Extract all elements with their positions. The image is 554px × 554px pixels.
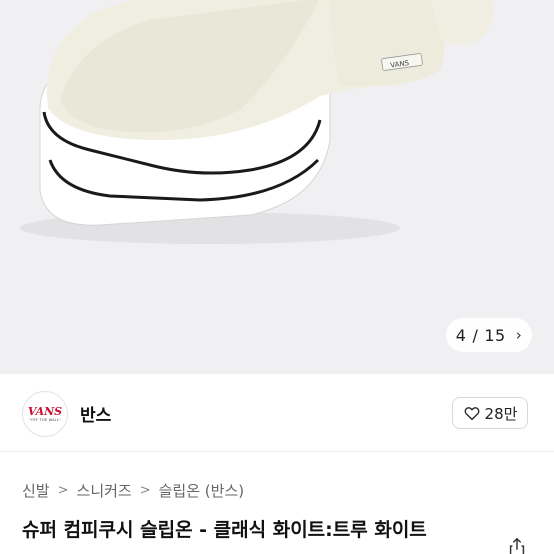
current-image-index: 4 (455, 325, 467, 345)
chevron-right-icon[interactable]: › (516, 326, 523, 344)
vans-logo: VANS (27, 405, 63, 418)
heart-outline-icon (464, 407, 479, 421)
seller-row: VANS "OFF THE WALL" 반스 28만 (0, 374, 554, 452)
product-title: 슈퍼 컴피쿠시 슬립온 - 클래식 화이트:트루 화이트 (22, 519, 427, 541)
vans-tagline: "OFF THE WALL" (29, 418, 61, 422)
like-button[interactable]: 28만 (452, 397, 528, 429)
chevron-right-icon: > (139, 483, 151, 498)
share-icon[interactable] (506, 536, 528, 554)
like-count: 28만 (484, 404, 518, 423)
counter-divider: / (472, 325, 479, 345)
image-page-counter[interactable]: 4 / 15 › (446, 318, 532, 352)
seller-name[interactable]: 반스 (80, 401, 111, 426)
breadcrumb-item[interactable]: 슬립온 (반스) (159, 480, 244, 501)
breadcrumb-item[interactable]: 신발 (22, 480, 50, 501)
avatar[interactable]: VANS "OFF THE WALL" (22, 391, 68, 437)
chevron-right-icon: > (57, 483, 69, 498)
product-image-carousel[interactable]: VANS 4 / 15 › (0, 0, 554, 374)
total-image-count: 15 (484, 325, 506, 345)
breadcrumb: 신발 > 스니커즈 > 슬립온 (반스) (22, 480, 244, 501)
breadcrumb-item[interactable]: 스니커즈 (77, 480, 132, 501)
